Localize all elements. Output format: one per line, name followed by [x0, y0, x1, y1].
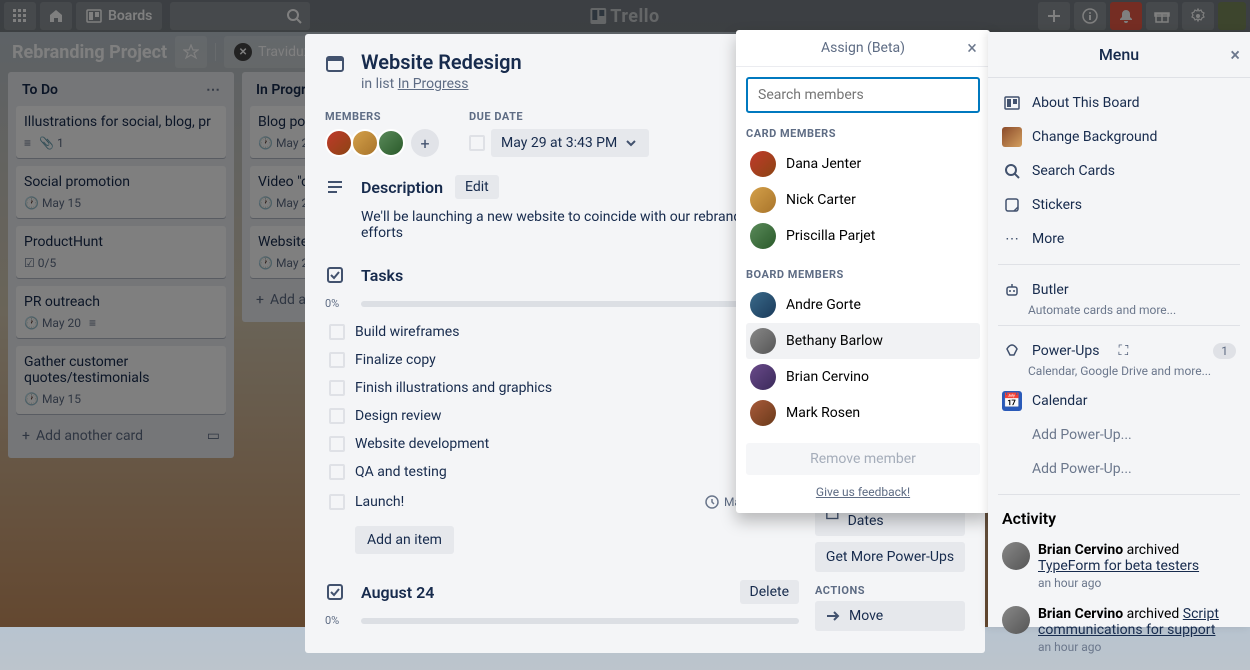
powerups-item[interactable]: Power-Ups⛶1: [998, 334, 1240, 368]
close-button[interactable]: ×: [962, 38, 982, 58]
calendar-item[interactable]: 📅Calendar: [998, 384, 1240, 418]
description-icon: [325, 177, 349, 201]
checklist-item[interactable]: Build wireframes May 6: [325, 318, 799, 346]
arrow-right-icon: [825, 608, 841, 624]
powerups-count: 1: [1213, 343, 1236, 359]
checklist-checkbox[interactable]: [329, 352, 345, 368]
checklist-item[interactable]: Finalize copy May 11: [325, 346, 799, 374]
rocket-icon: [1002, 341, 1022, 361]
activity-link[interactable]: TypeForm for beta testers: [1038, 558, 1199, 574]
add-member-button[interactable]: +: [411, 129, 439, 157]
board-icon: [1002, 93, 1022, 113]
checklist-title: Tasks: [361, 266, 728, 285]
checklist-item[interactable]: QA and testing May 25: [325, 458, 799, 486]
member-avatar[interactable]: [351, 129, 379, 157]
activity-avatar[interactable]: [1002, 542, 1030, 570]
popover-title: Assign (Beta): [821, 40, 905, 56]
remove-member-button[interactable]: Remove member: [746, 443, 980, 475]
description-title: Description: [361, 178, 443, 197]
checklist-icon: [325, 265, 349, 289]
bg-thumb-icon: [1002, 127, 1022, 147]
change-bg-item[interactable]: Change Background: [998, 120, 1240, 154]
delete-checklist-button[interactable]: Delete: [740, 580, 799, 604]
progress-pct: 0%: [325, 297, 353, 310]
duedate-checkbox[interactable]: [469, 135, 485, 151]
duedate-label: DUE DATE: [469, 110, 649, 123]
calendar-icon: 📅: [1002, 391, 1022, 411]
expand-icon: ⛶: [1113, 341, 1133, 361]
search-members-input[interactable]: [746, 77, 980, 113]
activity-item: Brian Cervino archived TypeForm for beta…: [998, 534, 1240, 598]
members-label: MEMBERS: [325, 110, 439, 123]
card-icon: [325, 54, 349, 78]
about-board-item[interactable]: About This Board: [998, 86, 1240, 120]
checklist-title: August 24: [361, 583, 728, 602]
more-item[interactable]: ⋯More: [998, 222, 1240, 256]
checklist-checkbox[interactable]: [329, 324, 345, 340]
close-menu-button[interactable]: ×: [1230, 45, 1240, 66]
progress-bar: [361, 301, 799, 307]
add-powerup-item[interactable]: Add Power-Up...: [998, 452, 1240, 486]
member-row[interactable]: Nick Carter: [746, 182, 980, 218]
add-checklist-item-button[interactable]: Add an item: [355, 526, 454, 554]
activity-avatar[interactable]: [1002, 606, 1030, 634]
stickers-item[interactable]: Stickers: [998, 188, 1240, 222]
duedate-button[interactable]: May 29 at 3:43 PM: [491, 129, 649, 157]
search-icon: [1002, 161, 1022, 181]
list-link[interactable]: In Progress: [398, 76, 469, 92]
edit-description-button[interactable]: Edit: [455, 175, 499, 199]
member-avatar[interactable]: [325, 129, 353, 157]
powerups-subtitle: Calendar, Google Drive and more...: [1028, 364, 1240, 378]
member-row[interactable]: Dana Jenter: [746, 146, 980, 182]
description-text[interactable]: We'll be launching a new website to coin…: [361, 209, 799, 241]
member-row[interactable]: Bethany Barlow: [746, 323, 980, 359]
checklist-icon: [325, 582, 349, 606]
board-members-label: BOARD MEMBERS: [746, 268, 980, 281]
checklist-checkbox[interactable]: [329, 380, 345, 396]
member-row[interactable]: Brian Cervino: [746, 359, 980, 395]
assign-popover: Assign (Beta) × CARD MEMBERS Dana Jenter…: [736, 30, 990, 513]
chevron-down-icon: [623, 135, 639, 151]
butler-item[interactable]: Butler: [998, 273, 1240, 307]
member-avatar[interactable]: [377, 129, 405, 157]
menu-title: Menu: [1099, 45, 1139, 64]
member-row[interactable]: Andre Gorte: [746, 287, 980, 323]
activity-item: Brian Cervino archived Script communicat…: [998, 598, 1240, 662]
butler-icon: [1002, 280, 1022, 300]
activity-title: Activity: [998, 503, 1240, 534]
sticker-icon: [1002, 195, 1022, 215]
add-powerup-item[interactable]: Add Power-Up...: [998, 418, 1240, 452]
feedback-link[interactable]: Give us feedback!: [746, 485, 980, 499]
checklist-checkbox[interactable]: [329, 408, 345, 424]
member-row[interactable]: Mark Rosen: [746, 395, 980, 431]
checklist-item[interactable]: Website development May 21: [325, 430, 799, 458]
checklist-item[interactable]: Design review May 19: [325, 402, 799, 430]
actions-label: ACTIONS: [815, 584, 965, 597]
checklist-checkbox[interactable]: [329, 494, 345, 510]
card-list-info: in list In Progress: [361, 76, 522, 92]
card-members-label: CARD MEMBERS: [746, 127, 980, 140]
checklist-item[interactable]: Finish illustrations and graphics May 15: [325, 374, 799, 402]
get-powerups-button[interactable]: Get More Power-Ups: [815, 542, 965, 572]
more-icon: ⋯: [1002, 229, 1022, 249]
checklist-item[interactable]: Launch! May 29: [325, 486, 799, 518]
member-row[interactable]: Priscilla Parjet: [746, 218, 980, 254]
board-menu: Menu × About This Board Change Backgroun…: [988, 32, 1250, 627]
search-cards-item[interactable]: Search Cards: [998, 154, 1240, 188]
card-title[interactable]: Website Redesign: [361, 50, 522, 74]
checklist-checkbox[interactable]: [329, 436, 345, 452]
checklist-checkbox[interactable]: [329, 464, 345, 480]
butler-subtitle: Automate cards and more...: [1028, 303, 1240, 317]
